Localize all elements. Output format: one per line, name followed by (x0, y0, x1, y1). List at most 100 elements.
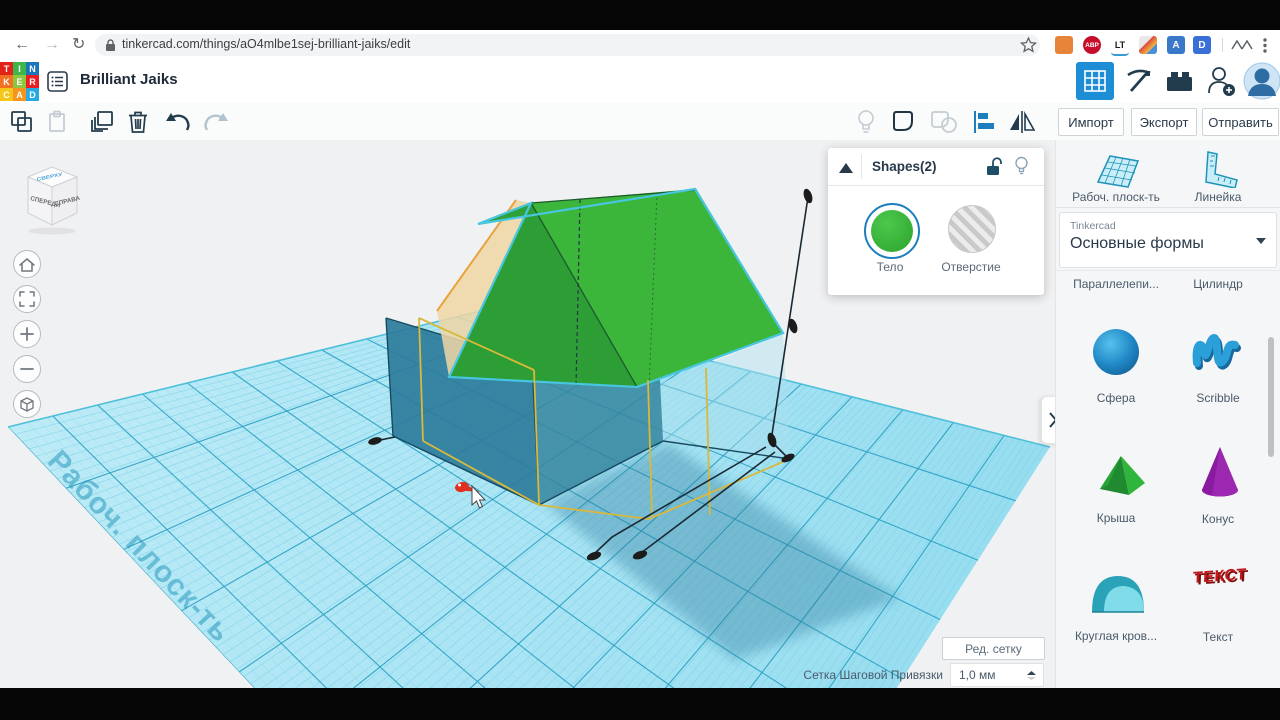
sidebar-scrollbar[interactable] (1268, 337, 1274, 457)
shape-label-cone: Конус (1163, 512, 1273, 526)
shapes-panel-title: Shapes(2) (872, 159, 937, 174)
ruler-label: Линейка (1163, 190, 1273, 204)
redo-button[interactable] (202, 108, 229, 135)
address-bar[interactable]: tinkercad.com/things/aO4mlbe1sej-brillia… (95, 34, 1040, 56)
shape-tile-scribble[interactable] (1190, 326, 1246, 387)
avatar-icon (1243, 62, 1280, 100)
zoom-out-button[interactable] (14, 356, 41, 383)
mirror-icon (1008, 110, 1035, 134)
docs-label: D (1198, 40, 1205, 51)
avatar[interactable] (1243, 62, 1280, 105)
logo-tile: N (26, 62, 39, 75)
sidebar-item-workplane[interactable] (1066, 148, 1166, 188)
logo-tile: I (13, 62, 26, 75)
visibility-lightbulb-icon[interactable] (1014, 156, 1029, 177)
undo-icon (165, 111, 191, 133)
shape-library-dropdown[interactable]: Tinkercad Основные формы (1059, 212, 1277, 268)
languagetool-label: LT (1115, 40, 1125, 50)
library-name: Основные формы (1070, 235, 1204, 253)
collapse-panel-icon[interactable] (839, 163, 853, 173)
shape-label-text: Текст (1163, 630, 1273, 644)
hole-option[interactable] (948, 205, 996, 253)
sidebar-divider (1056, 207, 1280, 208)
import-button[interactable]: Импорт (1058, 108, 1124, 136)
design-menu-icon[interactable] (47, 71, 68, 92)
snap-grid-value: 1,0 мм (959, 668, 996, 682)
logo-tile: C (0, 88, 13, 101)
extension-reading-list-icon[interactable] (1055, 36, 1073, 54)
delete-button[interactable] (124, 108, 151, 135)
logo-tile: D (26, 88, 39, 101)
back-button[interactable]: ← (14, 30, 30, 60)
add-person-icon (1205, 65, 1237, 97)
snap-grid-select[interactable]: 1,0 мм (950, 663, 1044, 687)
paste-button[interactable] (44, 108, 71, 135)
shape-tile-cone[interactable] (1192, 442, 1248, 505)
send-button[interactable]: Отправить (1202, 108, 1279, 136)
brick-export-button[interactable] (1160, 62, 1198, 100)
show-all-button[interactable] (852, 108, 879, 135)
shape-tile-roof[interactable] (1088, 445, 1148, 506)
extension-photos-icon[interactable] (1139, 36, 1157, 54)
window-bottom-bar (0, 688, 1280, 720)
reload-button[interactable]: ↻ (72, 30, 85, 60)
unlock-icon[interactable] (985, 157, 1002, 176)
redo-icon (203, 111, 229, 133)
browser-menu-icon[interactable] (1262, 37, 1268, 54)
mirror-button[interactable] (1008, 108, 1035, 135)
duplicate-button[interactable] (88, 108, 115, 135)
app-header: T I N K E R C A D Brilliant Jaiks (0, 60, 1280, 104)
extension-adblock-icon[interactable]: ABP (1083, 36, 1101, 54)
shape-label-sphere: Сфера (1061, 391, 1171, 405)
edit-toolbar: Импорт Экспорт Отправить (0, 103, 1280, 141)
shape-tile-text[interactable]: ТЕКСТ (1186, 568, 1254, 586)
grid-icon (1084, 70, 1106, 92)
logo-tile: R (26, 75, 39, 88)
ruler-icon (1194, 148, 1242, 188)
ungroup-button[interactable] (930, 108, 957, 135)
shape-label-roof: Крыша (1061, 511, 1171, 525)
reader-icon[interactable] (1231, 40, 1253, 50)
undo-button[interactable] (164, 108, 191, 135)
logo-tile: T (0, 62, 13, 75)
shape-library-sidebar: Рабоч. плоск-ть Линейка Tinkercad Основн… (1055, 140, 1280, 688)
align-button[interactable] (970, 108, 997, 135)
shape-tile-sphere[interactable] (1088, 324, 1144, 385)
fit-view-button[interactable] (14, 286, 41, 313)
home-view-button[interactable] (14, 251, 41, 278)
minecraft-export-button[interactable] (1120, 62, 1158, 100)
logo-tile: A (13, 88, 26, 101)
select-caret-icon (1027, 671, 1036, 680)
browser-toolbar: ← → ↻ tinkercad.com/things/aO4mlbe1sej-b… (0, 30, 1280, 61)
workplane-icon (1092, 148, 1140, 188)
library-brand: Tinkercad (1070, 220, 1116, 232)
translate-label: A (1172, 40, 1179, 51)
export-button[interactable]: Экспорт (1131, 108, 1197, 136)
bookmark-star-icon[interactable] (1020, 37, 1037, 54)
group-button[interactable] (890, 108, 917, 135)
forward-button[interactable]: → (44, 30, 60, 60)
duplicate-icon (89, 109, 115, 135)
edit-grid-button[interactable]: Ред. сетку (942, 637, 1045, 660)
shape-label-box[interactable]: Параллелепи... (1061, 277, 1171, 291)
copy-button[interactable] (8, 108, 35, 135)
roof-icon (1088, 445, 1148, 501)
invite-button[interactable] (1202, 62, 1240, 100)
design-title[interactable]: Brilliant Jaiks (80, 71, 178, 88)
extension-languagetool-icon[interactable]: LT (1111, 36, 1129, 56)
solid-color-option[interactable] (864, 203, 920, 259)
adblock-label: ABP (1085, 42, 1099, 49)
shape-tile-round-roof[interactable] (1086, 562, 1148, 621)
shape-label-cylinder[interactable]: Цилиндр (1163, 277, 1273, 291)
sidebar-item-ruler[interactable] (1168, 148, 1268, 188)
blocks-view-button[interactable] (1076, 62, 1114, 100)
trash-icon (127, 110, 149, 134)
extension-docs-icon[interactable]: D (1193, 36, 1211, 54)
logo-tile: K (0, 75, 13, 88)
zoom-in-button[interactable] (14, 321, 41, 348)
align-icon (973, 110, 995, 134)
extension-translate-icon[interactable]: A (1167, 36, 1185, 54)
perspective-toggle-button[interactable] (14, 391, 41, 418)
sidebar-divider (1056, 270, 1280, 271)
tinkercad-logo[interactable]: T I N K E R C A D (0, 62, 39, 101)
